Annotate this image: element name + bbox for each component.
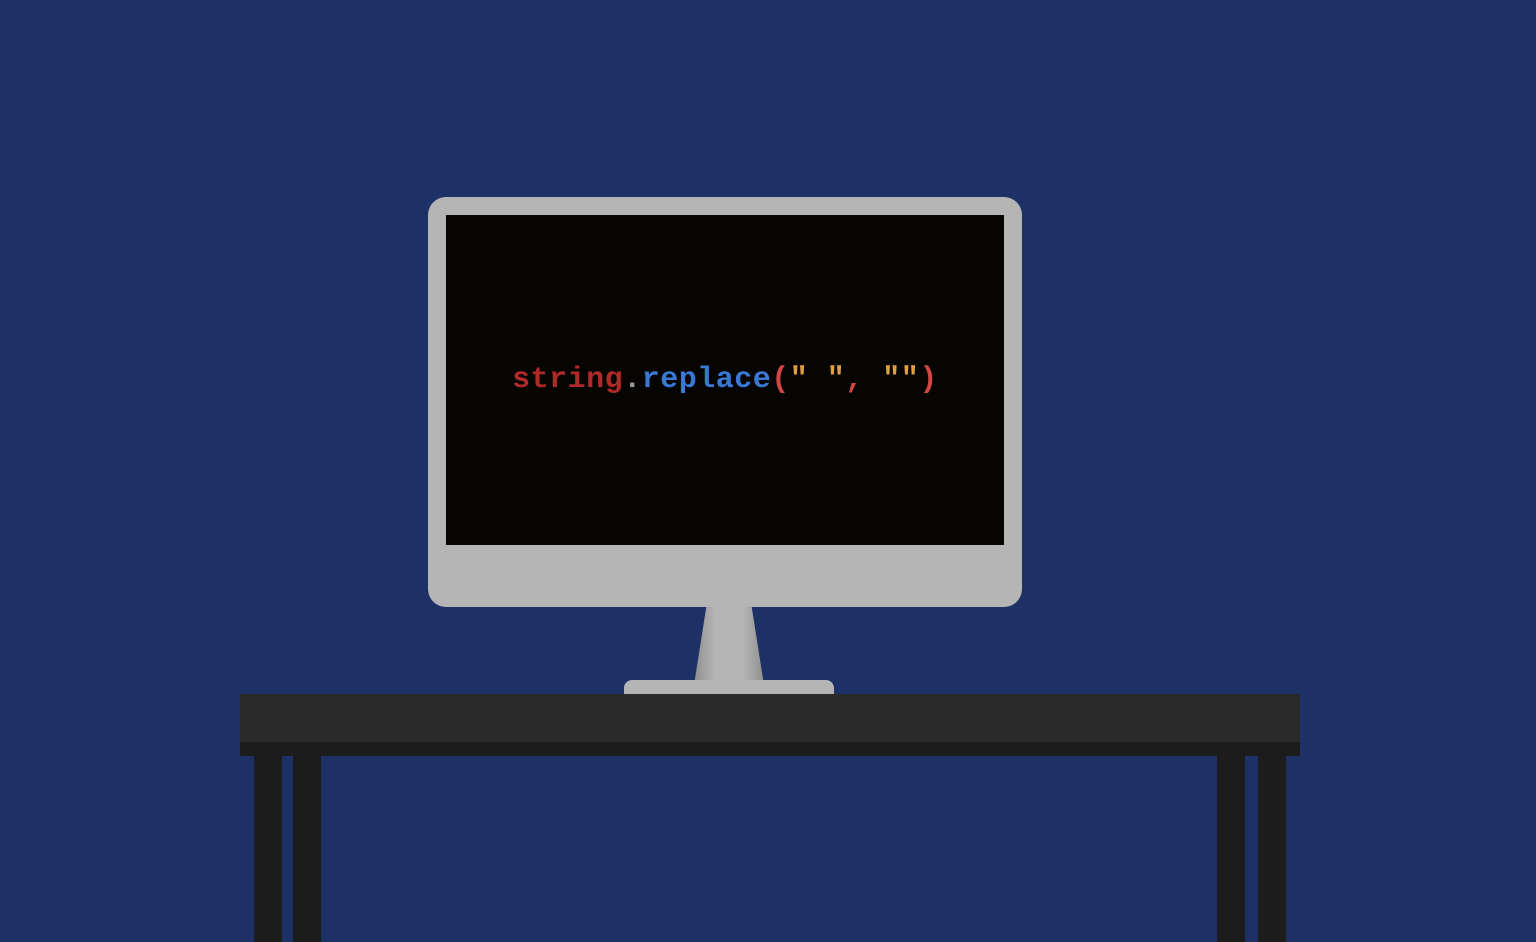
monitor-stand-neck bbox=[694, 605, 764, 685]
code-token-object: string bbox=[512, 363, 623, 397]
code-token-close-paren: ) bbox=[919, 363, 938, 397]
code-token-comma: , bbox=[845, 363, 882, 397]
desk-leg bbox=[1217, 742, 1245, 942]
desk-leg bbox=[1258, 742, 1286, 942]
code-token-open-paren: ( bbox=[771, 363, 790, 397]
code-token-dot: . bbox=[623, 363, 642, 397]
monitor-chin bbox=[428, 545, 1022, 607]
code-token-string-arg1: " " bbox=[790, 363, 846, 397]
code-token-method: replace bbox=[642, 363, 772, 397]
screen: string.replace(" ", "") bbox=[446, 215, 1004, 545]
desk-top bbox=[240, 694, 1300, 742]
code-line: string.replace(" ", "") bbox=[512, 363, 938, 397]
desk-edge bbox=[240, 742, 1300, 756]
code-token-string-arg2: "" bbox=[882, 363, 919, 397]
desk-leg bbox=[293, 742, 321, 942]
monitor: string.replace(" ", "") bbox=[428, 197, 1022, 607]
monitor-stand-base bbox=[624, 680, 834, 694]
desk-leg bbox=[254, 742, 282, 942]
